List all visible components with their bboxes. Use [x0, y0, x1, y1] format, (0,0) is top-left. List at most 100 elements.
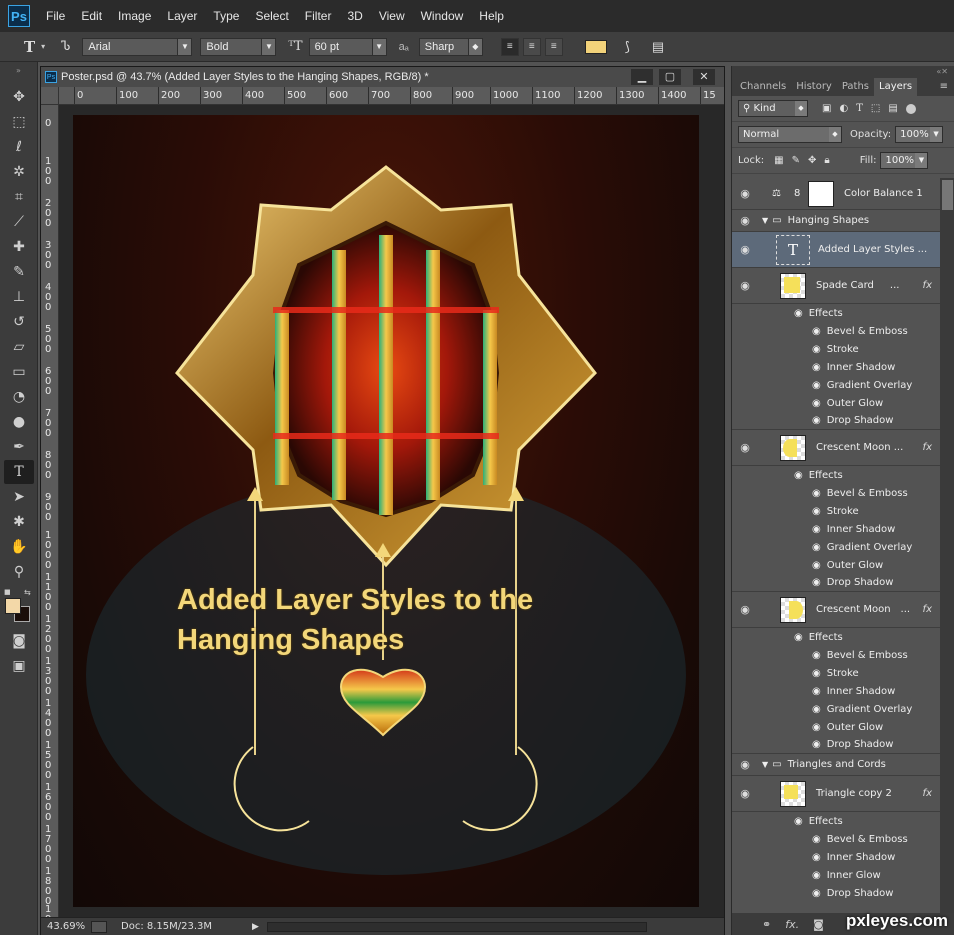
effect-eye-icon[interactable]: ◉	[812, 506, 821, 517]
lasso-tool-icon[interactable]: ℓ	[4, 135, 34, 159]
effect-row[interactable]: ◉ Drop Shadow	[732, 412, 940, 430]
visibility-eye-icon[interactable]: ◉	[732, 214, 758, 227]
antialias-select[interactable]: Sharp ◆	[418, 37, 483, 56]
filter-toggle-icon[interactable]	[905, 103, 916, 114]
effect-row[interactable]: ◉ Inner Shadow	[732, 682, 940, 700]
effect-eye-icon[interactable]: ◉	[812, 560, 821, 571]
effect-row[interactable]: ◉ Bevel & Emboss	[732, 830, 940, 848]
quick-mask-icon[interactable]: ◙	[4, 629, 34, 653]
effect-eye-icon[interactable]: ◉	[812, 542, 821, 553]
tab-channels[interactable]: Channels	[735, 78, 791, 96]
effect-row[interactable]: ◉ Stroke	[732, 664, 940, 682]
visibility-eye-icon[interactable]: ◉	[732, 787, 758, 800]
effect-row[interactable]: ◉ Outer Glow	[732, 394, 940, 412]
scroll-thumb[interactable]	[942, 180, 953, 210]
swap-colors-icon[interactable]: ⇆	[24, 588, 31, 597]
opacity-field[interactable]: 100% ▼	[895, 126, 944, 143]
horizontal-ruler[interactable]: 0 100 200 300 400 500 600 700 800 900 10…	[59, 87, 724, 105]
menu-select[interactable]: Select	[247, 0, 296, 32]
effect-row[interactable]: ◉ Gradient Overlay	[732, 700, 940, 718]
lock-position-icon[interactable]: ✥	[808, 155, 816, 166]
layer-thumbnail[interactable]	[780, 780, 806, 807]
filter-shape-icon[interactable]: ⬚	[871, 103, 880, 114]
effect-eye-icon[interactable]: ◉	[812, 739, 821, 750]
menu-edit[interactable]: Edit	[73, 0, 110, 32]
layer-thumbnail[interactable]	[780, 272, 806, 299]
expand-arrow-icon[interactable]: ▼	[762, 760, 768, 769]
layer-row-selected[interactable]: ◉ T Added Layer Styles ...	[732, 232, 940, 268]
marquee-tool-icon[interactable]: ⬚	[4, 110, 34, 134]
path-selection-tool-icon[interactable]: ➤	[4, 485, 34, 509]
effect-eye-icon[interactable]: ◉	[794, 816, 803, 827]
effect-row[interactable]: ◉ Inner Glow	[732, 866, 940, 884]
add-mask-icon[interactable]: ◙	[813, 918, 824, 931]
menu-layer[interactable]: Layer	[159, 0, 205, 32]
effect-eye-icon[interactable]: ◉	[812, 888, 821, 899]
expand-arrow-icon[interactable]: ▼	[762, 216, 768, 225]
effect-eye-icon[interactable]: ◉	[812, 344, 821, 355]
close-button[interactable]: ✕	[693, 69, 715, 85]
panel-collapse-icon[interactable]: «✕	[936, 67, 948, 76]
screen-mode-icon[interactable]: ▣	[4, 654, 34, 678]
visibility-eye-icon[interactable]: ◉	[732, 603, 758, 616]
layer-row[interactable]: ◉ Triangle copy 2 fx	[732, 776, 940, 812]
effect-eye-icon[interactable]: ◉	[812, 524, 821, 535]
pen-tool-icon[interactable]: ✒	[4, 435, 34, 459]
magic-wand-tool-icon[interactable]: ✲	[4, 160, 34, 184]
effect-eye-icon[interactable]: ◉	[812, 577, 821, 588]
zoom-tool-icon[interactable]: ⚲	[4, 560, 34, 584]
horizontal-scrollbar[interactable]	[266, 921, 647, 932]
effects-fx-icon[interactable]: fx	[923, 280, 932, 291]
vertical-ruler[interactable]: 0 100 200 300 400 500 600 700 800 900 10…	[41, 105, 59, 917]
eyedropper-tool-icon[interactable]: ⟋	[4, 210, 34, 234]
eraser-tool-icon[interactable]: ▱	[4, 335, 34, 359]
layer-row[interactable]: ◉ Spade Card ... fx	[732, 268, 940, 304]
effect-row[interactable]: ◉ Stroke	[732, 502, 940, 520]
hand-tool-icon[interactable]: ✋	[4, 535, 34, 559]
effects-header[interactable]: ◉ Effects	[732, 304, 940, 322]
filter-adjustment-icon[interactable]: ◐	[839, 103, 848, 114]
menu-filter[interactable]: Filter	[297, 0, 340, 32]
visibility-eye-icon[interactable]: ◉	[732, 243, 758, 256]
type-tool-icon[interactable]: T	[4, 460, 34, 484]
dodge-tool-icon[interactable]: ●	[4, 410, 34, 434]
visibility-eye-icon[interactable]: ◉	[732, 187, 758, 200]
menu-help[interactable]: Help	[471, 0, 512, 32]
foreground-color-swatch[interactable]	[5, 598, 21, 614]
custom-shape-tool-icon[interactable]: ✱	[4, 510, 34, 534]
lock-all-icon[interactable]: 🔒︎	[824, 155, 829, 166]
layer-thumbnail[interactable]	[780, 434, 806, 461]
align-center-button[interactable]: ≡	[522, 37, 541, 56]
visibility-eye-icon[interactable]: ◉	[732, 279, 758, 292]
poster-canvas[interactable]: Added Layer Styles to the Hanging Shapes	[73, 115, 699, 907]
effects-header[interactable]: ◉ Effects	[732, 812, 940, 830]
effect-row[interactable]: ◉ Outer Glow	[732, 556, 940, 574]
text-layer-thumbnail[interactable]: T	[776, 234, 810, 265]
move-tool-icon[interactable]: ✥	[4, 85, 34, 109]
effect-eye-icon[interactable]: ◉	[812, 870, 821, 881]
tab-history[interactable]: History	[791, 78, 837, 96]
menu-window[interactable]: Window	[413, 0, 472, 32]
layers-scrollbar[interactable]	[940, 178, 954, 913]
gradient-tool-icon[interactable]: ▭	[4, 360, 34, 384]
font-family-select[interactable]: Arial ▼	[82, 37, 193, 56]
warp-text-icon[interactable]: ⟆	[625, 39, 630, 55]
layer-mask-thumbnail[interactable]	[808, 180, 834, 207]
effect-row[interactable]: ◉ Drop Shadow	[732, 884, 940, 902]
align-left-button[interactable]: ≡	[500, 37, 519, 56]
poster-headline[interactable]: Added Layer Styles to the Hanging Shapes	[177, 580, 533, 660]
effect-row[interactable]: ◉ Stroke	[732, 340, 940, 358]
toolbar-collapse-icon[interactable]: »	[0, 62, 37, 84]
layer-row[interactable]: ◉ Crescent Moon ... fx	[732, 592, 940, 628]
effect-row[interactable]: ◉ Drop Shadow	[732, 574, 940, 592]
kind-filter-select[interactable]: ⚲ Kind ◆	[738, 100, 808, 117]
visibility-eye-icon[interactable]: ◉	[732, 758, 758, 771]
default-colors-icon[interactable]: ■	[4, 588, 11, 596]
effect-eye-icon[interactable]: ◉	[812, 488, 821, 499]
effect-eye-icon[interactable]: ◉	[812, 686, 821, 697]
effect-eye-icon[interactable]: ◉	[812, 398, 821, 409]
text-orientation-icon[interactable]: Ꮦ	[61, 39, 70, 54]
character-panel-icon[interactable]: ▤	[652, 39, 664, 55]
menu-image[interactable]: Image	[110, 0, 159, 32]
effect-eye-icon[interactable]: ◉	[812, 722, 821, 733]
